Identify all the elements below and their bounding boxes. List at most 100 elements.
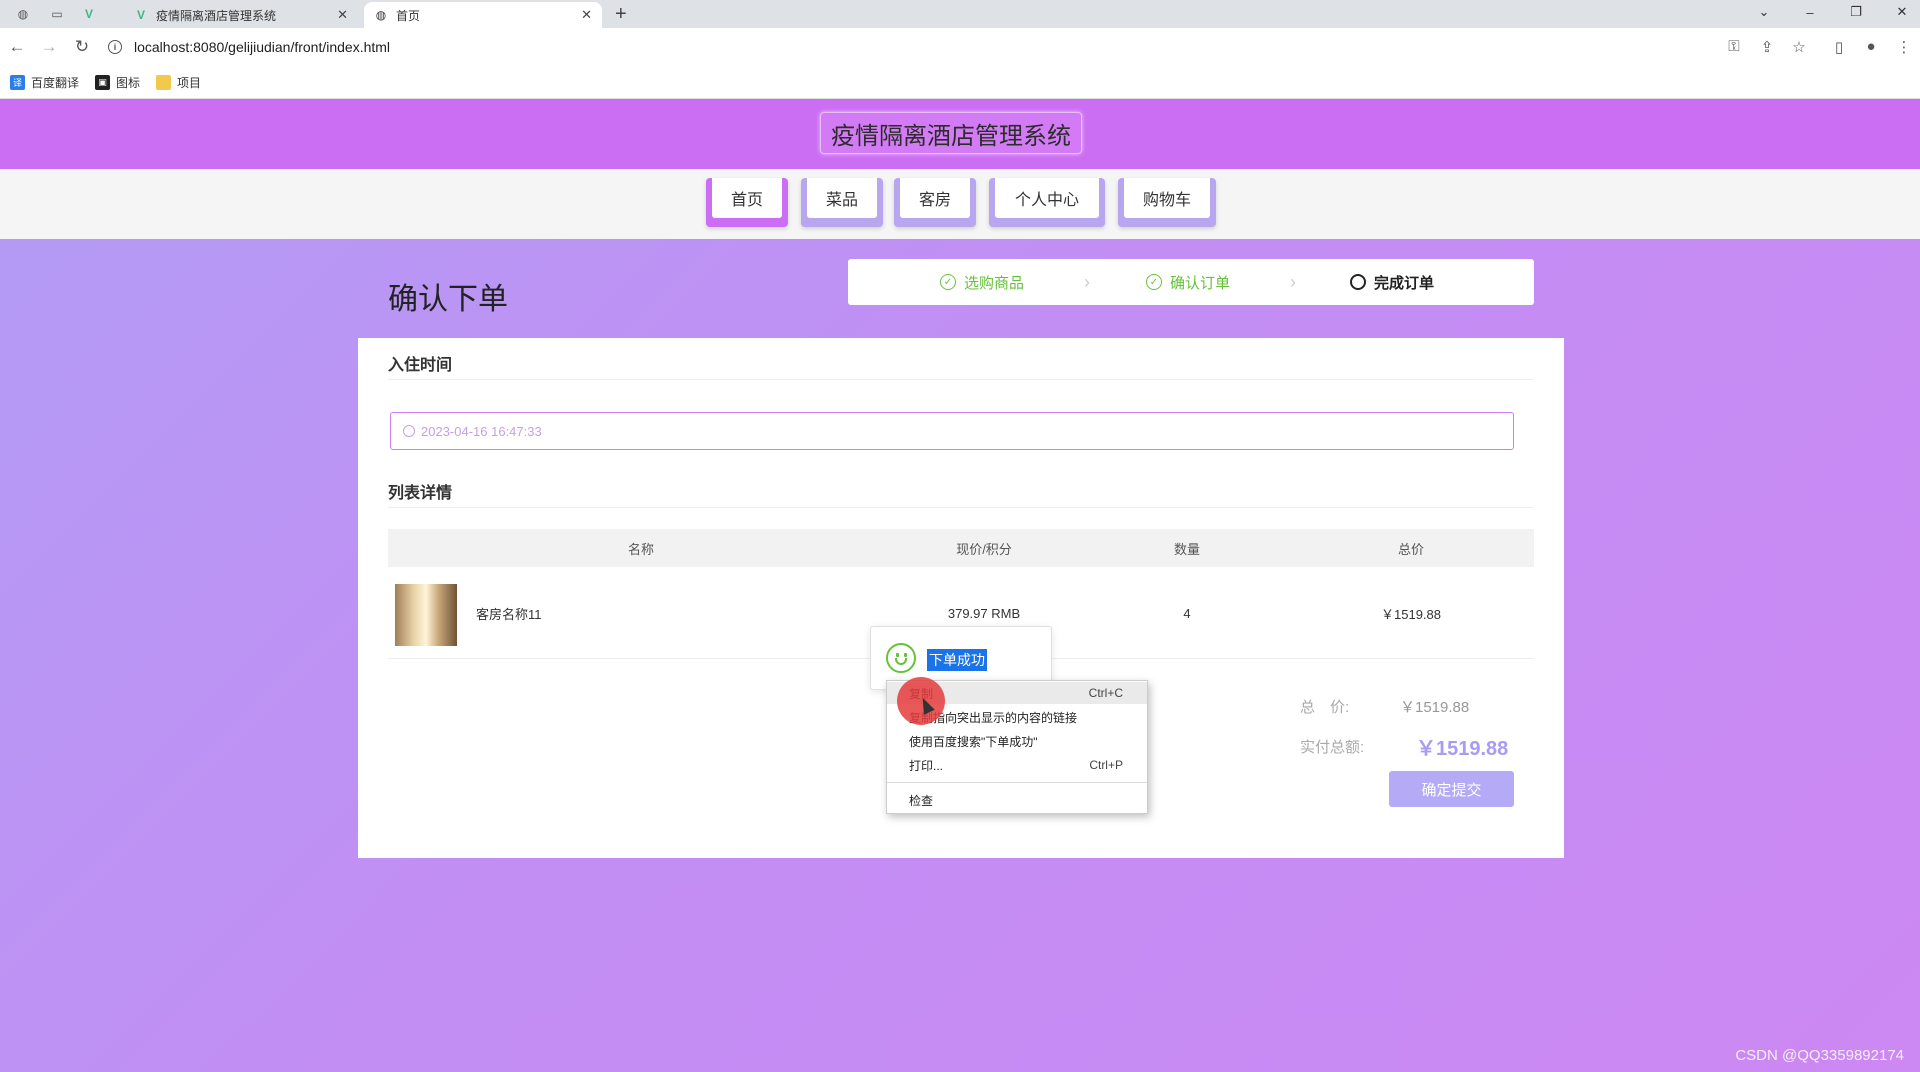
row-total: ￥1519.88 bbox=[1381, 606, 1441, 622]
toast-message: 下单成功 bbox=[927, 649, 987, 671]
nav-cart[interactable]: 购物车 bbox=[1118, 178, 1216, 227]
menu-shortcut: Ctrl+P bbox=[1089, 758, 1123, 772]
bookmark-label: 图标 bbox=[116, 75, 141, 90]
main-nav: 首页 菜品 客房 个人中心 购物车 bbox=[0, 169, 1920, 239]
tab-blank-icon[interactable]: ▭ bbox=[44, 0, 70, 28]
paid-value: ￥1519.88 bbox=[1416, 738, 1509, 760]
bookmark-project[interactable]: 项目 bbox=[156, 74, 201, 91]
nav-label: 购物车 bbox=[1124, 178, 1210, 218]
tab-label: 首页 bbox=[396, 8, 421, 23]
nav-label: 菜品 bbox=[807, 178, 877, 218]
restore-icon[interactable]: ❐ bbox=[1836, 0, 1876, 24]
translate-icon: 译 bbox=[10, 74, 25, 90]
vue-logo-icon: V bbox=[136, 8, 145, 22]
row-name: 客房名称11 bbox=[476, 606, 542, 622]
nav-dishes[interactable]: 菜品 bbox=[801, 178, 883, 227]
checkin-datetime-input[interactable]: 2023-04-16 16:47:33 bbox=[390, 412, 1514, 450]
check-circle-icon: ✓ bbox=[940, 274, 956, 290]
tab-hotel-system[interactable]: V 疫情隔离酒店管理系统 ✕ bbox=[124, 2, 358, 28]
url-text: localhost:8080/gelijiudian/front/index.h… bbox=[134, 39, 391, 55]
step-select: ✓ 选购商品 bbox=[940, 259, 1024, 305]
circle-icon: ○ bbox=[1350, 274, 1366, 290]
menu-item-search[interactable]: 使用百度搜索"下单成功" bbox=[887, 730, 1147, 752]
globe-icon[interactable]: ◍ bbox=[10, 0, 36, 28]
menu-item-print[interactable]: 打印... Ctrl+P bbox=[887, 754, 1147, 776]
forward-icon[interactable]: → bbox=[38, 37, 60, 57]
image-icon: ▣ bbox=[95, 74, 111, 90]
bookmark-icons[interactable]: ▣ 图标 bbox=[95, 74, 140, 91]
bookmark-translate[interactable]: 译 百度翻译 bbox=[10, 74, 79, 91]
step-complete: ○ 完成订单 bbox=[1350, 259, 1434, 305]
step-confirm: ✓ 确认订单 bbox=[1146, 259, 1230, 305]
check-circle-icon: ✓ bbox=[1146, 274, 1162, 290]
reload-icon[interactable]: ↻ bbox=[71, 37, 93, 57]
table-header: 名称 现价/积分 数量 总价 bbox=[388, 529, 1534, 567]
site-title: 疫情隔离酒店管理系统 bbox=[820, 112, 1082, 154]
folder-icon bbox=[156, 74, 172, 90]
nav-label: 个人中心 bbox=[995, 178, 1099, 218]
divider bbox=[388, 507, 1534, 508]
divider bbox=[388, 379, 1534, 380]
watermark: CSDN @QQ3359892174 bbox=[1735, 1047, 1904, 1064]
row-qty: 4 bbox=[1183, 605, 1191, 621]
back-icon[interactable]: ← bbox=[6, 37, 28, 57]
menu-item-label: 使用百度搜索"下单成功" bbox=[909, 734, 1038, 749]
menu-item-label: 检查 bbox=[909, 793, 934, 808]
step-label: 确认订单 bbox=[1170, 273, 1231, 292]
nav-label: 客房 bbox=[900, 178, 970, 218]
menu-divider bbox=[887, 782, 1147, 783]
site-header: 疫情隔离酒店管理系统 bbox=[0, 99, 1920, 169]
close-icon[interactable]: ✕ bbox=[337, 7, 348, 23]
key-icon[interactable]: ⚿ bbox=[1723, 38, 1745, 55]
list-label: 列表详情 bbox=[388, 483, 453, 502]
site-info-icon[interactable]: i bbox=[108, 40, 122, 54]
vue-logo-icon[interactable]: V bbox=[76, 0, 102, 28]
total-label: 总 价: bbox=[1300, 699, 1350, 716]
chevron-right-icon: › bbox=[1290, 272, 1296, 292]
minimize-icon[interactable]: – bbox=[1790, 0, 1830, 24]
step-label: 完成订单 bbox=[1374, 273, 1435, 292]
nav-rooms[interactable]: 客房 bbox=[894, 178, 976, 227]
sidepanel-icon[interactable]: ▯ bbox=[1828, 38, 1850, 56]
new-tab-icon[interactable]: + bbox=[615, 2, 627, 26]
menu-shortcut: Ctrl+C bbox=[1088, 686, 1123, 700]
col-price: 现价/积分 bbox=[956, 541, 1012, 557]
menu-icon[interactable]: ⋮ bbox=[1893, 38, 1915, 56]
star-icon[interactable]: ☆ bbox=[1788, 38, 1810, 56]
window-close-icon[interactable]: ✕ bbox=[1882, 0, 1920, 24]
col-total: 总价 bbox=[1397, 541, 1424, 557]
share-icon[interactable]: ⇪ bbox=[1756, 38, 1778, 56]
order-steps: ✓ 选购商品 › ✓ 确认订单 › ○ 完成订单 bbox=[848, 259, 1534, 305]
nav-label: 首页 bbox=[712, 178, 782, 218]
checkin-label: 入住时间 bbox=[388, 355, 453, 374]
total-value: ￥1519.88 bbox=[1400, 699, 1470, 716]
menu-item-label: 打印... bbox=[909, 758, 944, 773]
col-name: 名称 bbox=[627, 541, 654, 557]
chevron-right-icon: › bbox=[1084, 272, 1090, 292]
tab-search-icon[interactable]: ⌄ bbox=[1744, 0, 1784, 24]
globe-icon: ◍ bbox=[375, 8, 387, 22]
paid-label: 实付总额: bbox=[1300, 739, 1365, 756]
bookmark-label: 百度翻译 bbox=[31, 75, 80, 90]
bookmarks-bar: 译 百度翻译 ▣ 图标 项目 bbox=[0, 66, 1920, 99]
room-thumbnail bbox=[395, 584, 457, 646]
smile-icon bbox=[886, 643, 916, 673]
menu-item-inspect[interactable]: 检查 bbox=[887, 789, 1147, 811]
nav-home[interactable]: 首页 bbox=[706, 178, 788, 227]
bookmark-label: 项目 bbox=[177, 75, 202, 90]
profile-icon[interactable]: ● bbox=[1860, 38, 1882, 55]
clock-icon bbox=[403, 425, 415, 437]
col-qty: 数量 bbox=[1173, 541, 1200, 557]
submit-button[interactable]: 确定提交 bbox=[1389, 771, 1514, 807]
nav-profile[interactable]: 个人中心 bbox=[989, 178, 1105, 227]
tab-home[interactable]: ◍ 首页 ✕ bbox=[364, 2, 602, 28]
url-field[interactable]: i localhost:8080/gelijiudian/front/index… bbox=[108, 33, 1708, 61]
browser-tab-bar: ◍ ▭ V V 疫情隔离酒店管理系统 ✕ ◍ 首页 ✕ + ⌄ – ❐ ✕ bbox=[0, 0, 1920, 28]
step-label: 选购商品 bbox=[964, 273, 1025, 292]
page-content: 疫情隔离酒店管理系统 首页 菜品 客房 个人中心 购物车 确认下单 ✓ 选购商品… bbox=[0, 99, 1920, 1072]
close-icon[interactable]: ✕ bbox=[581, 7, 592, 23]
checkin-value: 2023-04-16 16:47:33 bbox=[421, 423, 542, 439]
address-bar: ← → ↻ i localhost:8080/gelijiudian/front… bbox=[0, 28, 1920, 66]
tab-label: 疫情隔离酒店管理系统 bbox=[156, 8, 277, 23]
page-title: 确认下单 bbox=[388, 282, 508, 317]
